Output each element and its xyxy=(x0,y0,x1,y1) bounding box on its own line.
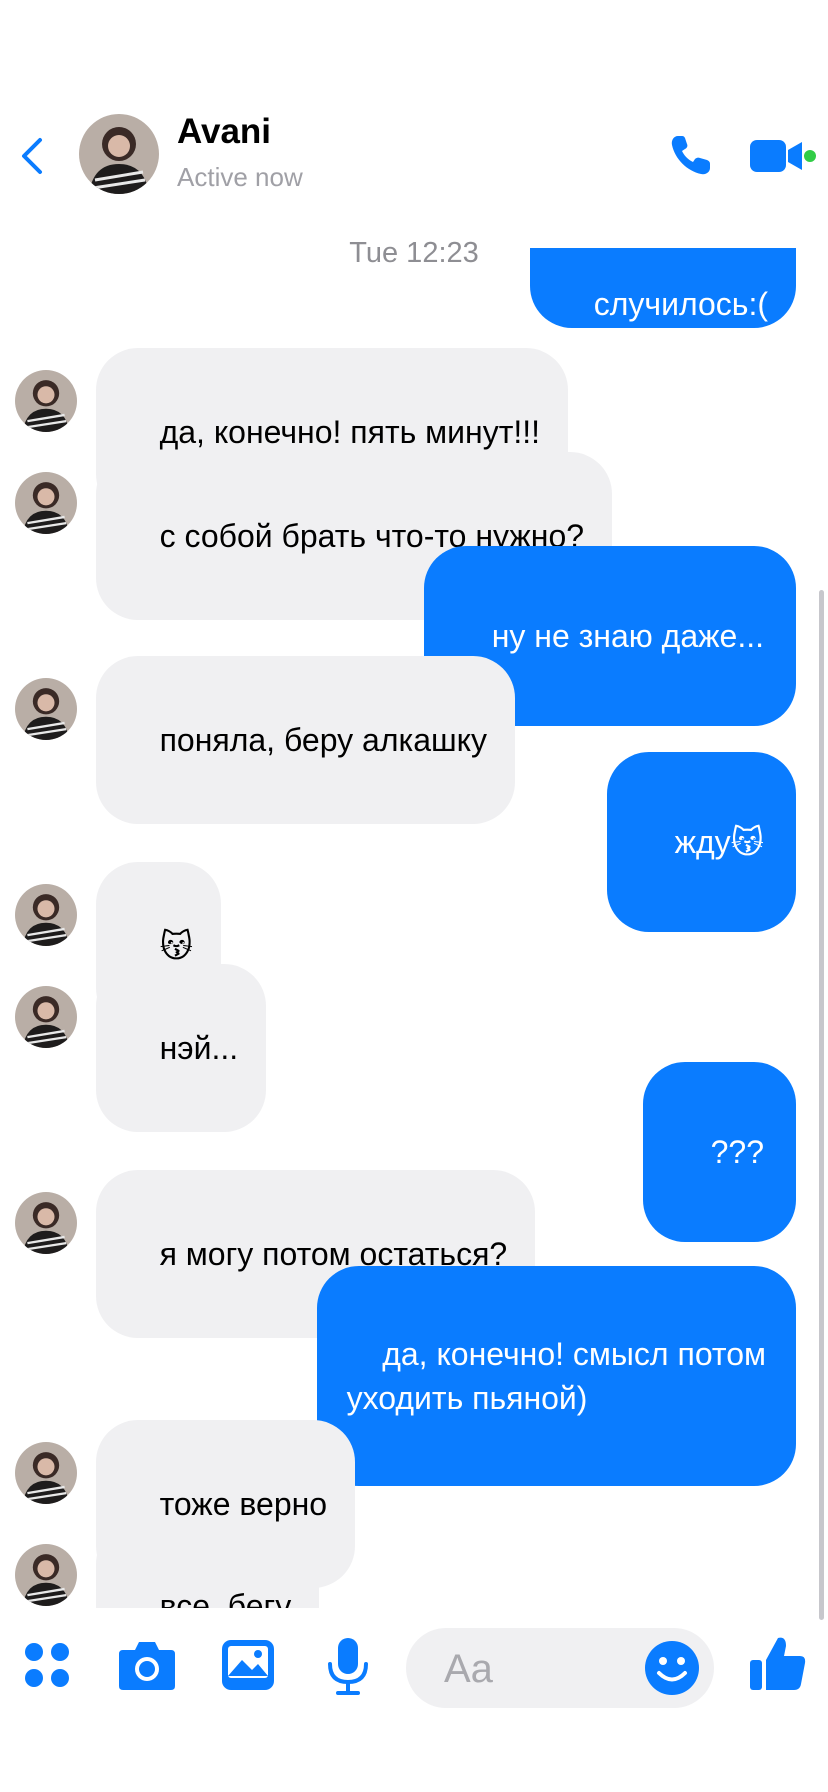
message-incoming[interactable]: поняла, беру алкашку xyxy=(96,656,516,824)
message-timestamp: Tue 12:23 xyxy=(349,237,479,269)
message-text: ??? xyxy=(710,1134,764,1170)
image-icon xyxy=(222,1640,274,1690)
thumbs-up-icon xyxy=(750,1637,806,1690)
sender-avatar xyxy=(15,884,77,946)
message-composer[interactable] xyxy=(406,1628,714,1708)
camera-button[interactable] xyxy=(117,1638,177,1692)
message-text: поняла, беру алкашку xyxy=(159,722,488,758)
message-text: ну не знаю даже... xyxy=(491,618,764,654)
smiley-icon xyxy=(645,1641,699,1695)
camera-icon xyxy=(119,1642,175,1690)
call-button[interactable] xyxy=(666,132,714,180)
sender-avatar xyxy=(15,1544,77,1606)
contact-name[interactable]: Avani xyxy=(177,112,271,152)
message-incoming[interactable]: нэй... xyxy=(96,964,267,1132)
message-text: 😽 xyxy=(159,928,193,964)
message-input[interactable] xyxy=(442,1642,646,1696)
video-camera-icon xyxy=(750,140,816,172)
microphone-icon xyxy=(328,1638,368,1695)
message-outgoing[interactable]: ??? xyxy=(643,1062,796,1242)
message-outgoing[interactable]: жду😽 xyxy=(607,752,796,932)
chevron-left-icon xyxy=(22,138,42,174)
sender-avatar xyxy=(15,370,77,432)
message-text: нэй... xyxy=(159,1030,239,1066)
message-text: да, конечно! пять минут!!! xyxy=(159,414,541,450)
chat-header: Avani Active now xyxy=(0,0,828,225)
apps-button[interactable] xyxy=(22,1640,72,1690)
sender-avatar xyxy=(15,1442,77,1504)
phone-icon xyxy=(671,136,710,175)
contact-avatar[interactable] xyxy=(79,114,159,194)
message-text: да, конечно! смысл потом уходить пьяной) xyxy=(346,1336,766,1416)
message-text: случилось:( xyxy=(593,286,768,322)
message-text: жду😽 xyxy=(674,824,764,860)
gallery-button[interactable] xyxy=(220,1638,276,1692)
message-outgoing[interactable]: да, конечно! смысл потом уходить пьяной) xyxy=(316,1266,796,1486)
emoji-button[interactable] xyxy=(644,1640,700,1696)
scrollbar[interactable] xyxy=(819,590,824,1620)
sender-avatar xyxy=(15,1192,77,1254)
video-call-button[interactable] xyxy=(748,136,816,176)
sender-avatar xyxy=(15,472,77,534)
back-button[interactable] xyxy=(18,136,46,176)
contact-status: Active now xyxy=(177,162,303,192)
sender-avatar xyxy=(15,986,77,1048)
message-text: тоже верно xyxy=(159,1486,328,1522)
four-dots-icon xyxy=(25,1643,69,1687)
sender-avatar xyxy=(15,678,77,740)
voice-message-button[interactable] xyxy=(326,1636,370,1696)
like-button[interactable] xyxy=(748,1634,808,1694)
